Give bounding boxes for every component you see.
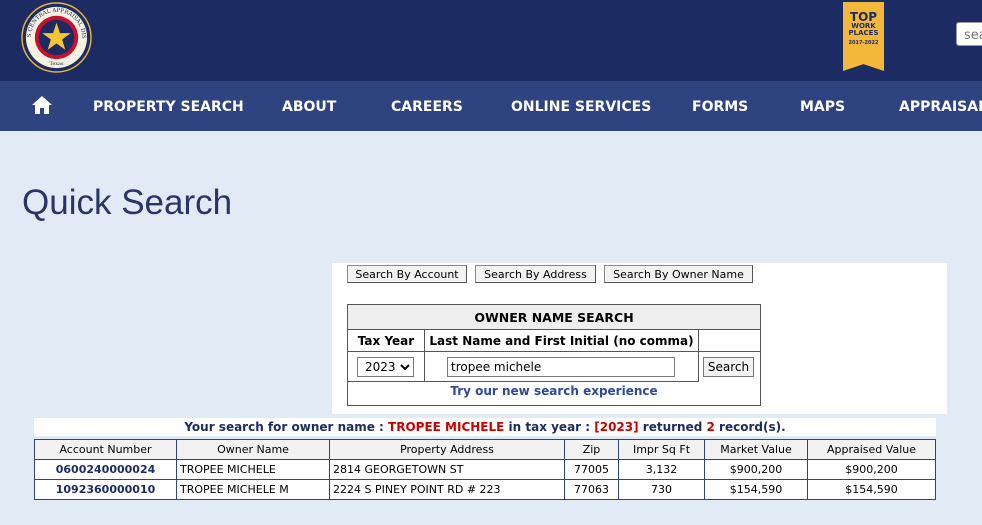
property-address-cell: 2224 S PINEY POINT RD # 223 [329, 479, 565, 500]
nav-forms[interactable]: FORMS [692, 81, 748, 131]
nav-appraisal[interactable]: APPRAISAL [899, 81, 982, 131]
summary-year: [2023] [594, 420, 639, 434]
search-by-address-button[interactable]: Search By Address [475, 265, 596, 283]
nav-careers[interactable]: CAREERS [391, 81, 463, 131]
owner-search-button[interactable]: Search [703, 357, 754, 377]
market-value-cell: $154,590 [704, 479, 808, 500]
market-value-cell: $900,200 [704, 459, 808, 480]
nav-online-services[interactable]: ONLINE SERVICES [511, 81, 651, 131]
col-impr-sq-ft: Impr Sq Ft [618, 439, 705, 460]
search-by-account-button[interactable]: Search By Account [347, 265, 467, 283]
home-icon[interactable] [31, 94, 53, 116]
site-search-input[interactable] [956, 22, 982, 46]
nav-maps[interactable]: MAPS [800, 81, 845, 131]
header-spacer [699, 330, 760, 352]
result-summary: Your search for owner name : TROPEE MICH… [34, 418, 936, 436]
top-workplaces-badge: TOP WORK PLACES 2017-2022 [843, 2, 884, 71]
summary-owner: TROPEE MICHELE [388, 420, 505, 434]
site-header: HARRIS CENTRAL APPRAISAL DISTRICT Texas … [0, 0, 982, 81]
table-row: 1092360000010 TROPEE MICHELE M 2224 S PI… [34, 479, 936, 500]
main-nav: PROPERTY SEARCH ABOUT CAREERS ONLINE SER… [0, 81, 982, 131]
zip-cell: 77063 [564, 479, 619, 500]
owner-name-cell: TROPEE MICHELE M [176, 479, 330, 500]
col-owner-name: Owner Name [176, 439, 330, 460]
col-account-number: Account Number [34, 439, 177, 460]
nav-property-search[interactable]: PROPERTY SEARCH [93, 81, 244, 131]
summary-count: 2 [706, 420, 715, 434]
col-zip: Zip [564, 439, 619, 460]
tax-year-header: Tax Year [348, 330, 425, 352]
tax-year-select[interactable]: 2023 [357, 357, 414, 377]
table-row: 0600240000024 TROPEE MICHELE 2814 GEORGE… [34, 459, 936, 480]
impr-sq-ft-cell: 3,132 [618, 459, 705, 480]
appraised-value-cell: $154,590 [807, 479, 936, 500]
zip-cell: 77005 [564, 459, 619, 480]
appraised-value-cell: $900,200 [807, 459, 936, 480]
nav-about[interactable]: ABOUT [282, 81, 336, 131]
hcad-logo-icon[interactable]: HARRIS CENTRAL APPRAISAL DISTRICT Texas [21, 2, 92, 73]
owner-name-header: Last Name and First Initial (no comma) [425, 330, 699, 352]
search-by-owner-button[interactable]: Search By Owner Name [604, 265, 753, 283]
col-property-address: Property Address [329, 439, 565, 460]
new-search-experience-link[interactable]: Try our new search experience [348, 384, 760, 398]
col-market-value: Market Value [704, 439, 808, 460]
results-table: Account Number Owner Name Property Addre… [34, 439, 936, 500]
page-title: Quick Search [22, 183, 233, 222]
owner-name-input[interactable] [447, 357, 675, 377]
table-header-row: Account Number Owner Name Property Addre… [34, 439, 936, 460]
col-appraised-value: Appraised Value [807, 439, 936, 460]
account-number-link[interactable]: 1092360000010 [34, 479, 177, 500]
owner-name-cell: TROPEE MICHELE [176, 459, 330, 480]
account-number-link[interactable]: 0600240000024 [34, 459, 177, 480]
svg-text:Texas: Texas [49, 61, 64, 67]
owner-search-title: OWNER NAME SEARCH [348, 305, 760, 330]
impr-sq-ft-cell: 730 [618, 479, 705, 500]
property-address-cell: 2814 GEORGETOWN ST [329, 459, 565, 480]
